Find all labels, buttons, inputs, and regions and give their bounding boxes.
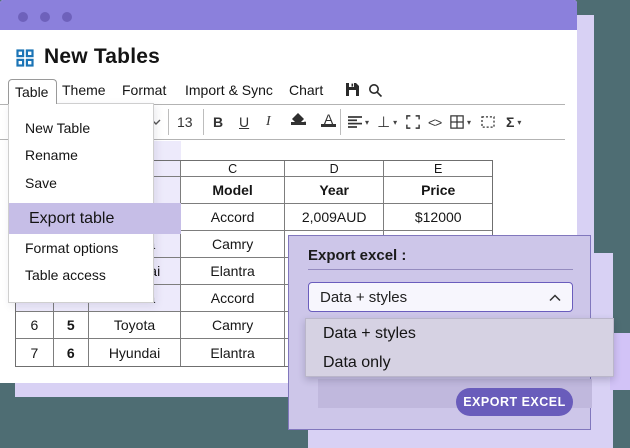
cell[interactable]: Toyota xyxy=(89,312,182,339)
menu-theme[interactable]: Theme xyxy=(62,82,106,98)
cell[interactable]: Camry xyxy=(181,312,285,339)
screen: New Tables Theme Format Import & Sync Ch… xyxy=(0,0,630,448)
selection-corners-icon[interactable] xyxy=(406,105,420,139)
cell[interactable]: Camry xyxy=(181,231,285,258)
column-letter[interactable]: E xyxy=(384,161,492,177)
text-color-bar xyxy=(321,124,336,127)
cell[interactable]: Accord xyxy=(181,204,285,231)
menu-chart[interactable]: Chart xyxy=(289,82,323,98)
menu-table-tab[interactable]: Table xyxy=(8,79,57,104)
grid-app-icon xyxy=(16,49,34,72)
menu-item-format-options[interactable]: Format options xyxy=(9,238,153,258)
dialog-divider xyxy=(308,269,573,270)
cell[interactable]: 5 xyxy=(54,312,89,339)
menu-item-export-table[interactable]: Export table xyxy=(9,203,181,234)
cell[interactable]: 6 xyxy=(54,339,89,366)
table-menu-dropdown: New Table Rename Save Export table Forma… xyxy=(8,103,154,303)
horizontal-align-icon[interactable]: ▾ xyxy=(348,105,369,139)
cell[interactable]: Accord xyxy=(181,285,285,312)
search-icon[interactable] xyxy=(368,83,383,103)
menu-item-rename[interactable]: Rename xyxy=(9,145,153,165)
fill-color-icon[interactable] xyxy=(291,105,307,139)
export-excel-button[interactable]: EXPORT EXCEL xyxy=(456,388,573,416)
export-format-options-list: Data + styles Data only xyxy=(305,318,614,377)
row-number-cell[interactable]: 6 xyxy=(16,312,54,339)
merge-cells-icon[interactable] xyxy=(481,105,495,139)
toolbar-divider xyxy=(340,109,341,135)
menu-item-save[interactable]: Save xyxy=(9,173,153,193)
cell[interactable]: Year xyxy=(285,177,385,204)
cell[interactable]: $12000 xyxy=(384,204,492,231)
fill-color-bar xyxy=(291,122,306,125)
menu-format[interactable]: Format xyxy=(122,82,166,98)
cell[interactable]: Model xyxy=(181,177,285,204)
window-dot-icon[interactable] xyxy=(18,12,28,22)
export-format-select[interactable]: Data + styles xyxy=(308,282,573,312)
option-data-only[interactable]: Data only xyxy=(306,348,613,377)
bold-button[interactable]: B xyxy=(213,105,223,139)
cell[interactable]: Elantra xyxy=(181,258,285,285)
menu-item-new-table[interactable]: New Table xyxy=(9,118,153,138)
borders-grid-icon[interactable]: ▾ xyxy=(450,105,471,139)
text-color-button[interactable]: A xyxy=(321,105,336,139)
toolbar-divider xyxy=(203,109,204,135)
chevron-up-icon xyxy=(549,289,561,306)
window-dot-icon[interactable] xyxy=(40,12,50,22)
code-icon[interactable]: <> xyxy=(428,105,441,139)
cell[interactable]: 2,009AUD xyxy=(285,204,385,231)
page-title: New Tables xyxy=(44,45,160,69)
export-dialog-title: Export excel : xyxy=(308,247,406,264)
cell[interactable]: Price xyxy=(384,177,492,204)
vertical-align-icon[interactable]: ⊥▾ xyxy=(377,105,397,139)
italic-button[interactable]: I xyxy=(266,105,271,139)
menu-item-table-access[interactable]: Table access xyxy=(9,265,153,285)
row-number-cell[interactable]: 7 xyxy=(16,339,54,366)
cell[interactable]: Hyundai xyxy=(89,339,182,366)
underline-button[interactable]: U xyxy=(239,105,249,139)
column-letter[interactable]: C xyxy=(181,161,285,177)
menu-import-sync[interactable]: Import & Sync xyxy=(185,82,273,98)
cell[interactable]: Elantra xyxy=(181,339,285,366)
save-icon[interactable] xyxy=(345,82,360,102)
sum-function-icon[interactable]: Σ▾ xyxy=(506,105,521,139)
font-size-value[interactable]: 13 xyxy=(177,105,193,139)
toolbar-divider xyxy=(168,109,169,135)
export-format-value: Data + styles xyxy=(320,289,407,306)
title-bar xyxy=(0,0,577,30)
window-dot-icon[interactable] xyxy=(62,12,72,22)
column-letter[interactable]: D xyxy=(285,161,385,177)
option-data-styles[interactable]: Data + styles xyxy=(306,319,613,348)
